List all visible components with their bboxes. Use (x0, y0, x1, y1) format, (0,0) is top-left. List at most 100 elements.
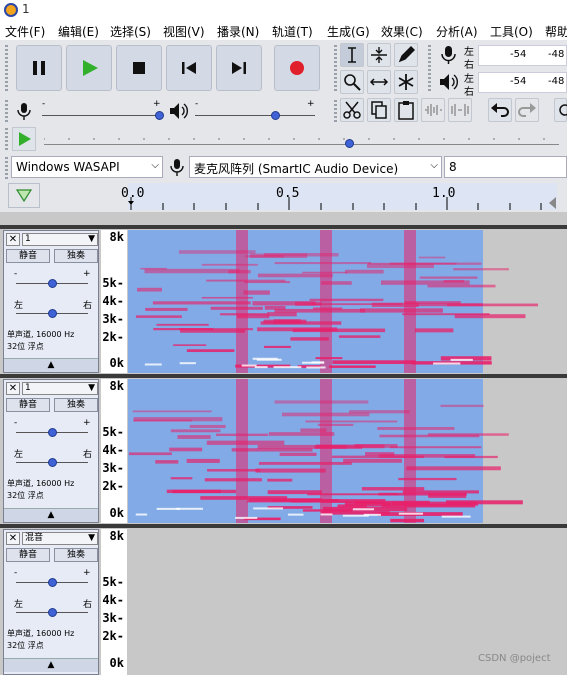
draw-tool[interactable] (394, 43, 418, 67)
skip-to-end-button[interactable] (216, 45, 262, 91)
window-title: 1 (22, 2, 30, 16)
menu-help[interactable]: 帮助 (545, 23, 567, 40)
timeline-options-button[interactable] (8, 183, 40, 208)
spectrogram[interactable] (128, 379, 567, 523)
toolbar-grip[interactable] (5, 157, 8, 179)
menu-view[interactable]: 视图(V) (163, 23, 205, 40)
play-meter-right-label: 右 (464, 87, 474, 98)
menu-effect[interactable]: 效果(C) (381, 23, 423, 40)
title-bar: 1 (0, 0, 567, 20)
track-format: 单声道, 16000 Hz (7, 479, 75, 488)
mute-button[interactable]: 静音 (6, 548, 50, 562)
stop-button[interactable] (116, 45, 162, 91)
channels-select[interactable]: 8 (444, 156, 567, 178)
menu-edit[interactable]: 编辑(E) (58, 23, 99, 40)
toolbar-grip[interactable] (428, 45, 431, 91)
track-control-panel[interactable]: ✕ 混音 ▼ 静音 独奏 - + 左 右 单声道, 16000 Hz 32位 浮点… (3, 529, 99, 675)
solo-button[interactable]: 独奏 (54, 398, 98, 412)
record-meter-button[interactable] (436, 43, 462, 67)
zoom-tool[interactable] (340, 70, 364, 94)
toolbar-grip[interactable] (5, 128, 8, 150)
silence-button[interactable] (448, 98, 472, 122)
speed-slider[interactable] (44, 144, 559, 145)
gain-knob[interactable] (48, 428, 57, 437)
collapse-track-button[interactable]: ▲ (4, 508, 98, 522)
zoom-in-icon (559, 104, 567, 116)
output-volume-icon (170, 103, 188, 119)
speed-knob[interactable] (345, 139, 354, 148)
menu-record[interactable]: 播录(N) (217, 23, 259, 40)
output-volume-knob[interactable] (271, 111, 280, 120)
watermark: CSDN @poject (478, 653, 551, 664)
pause-button[interactable] (16, 45, 62, 91)
copy-icon (371, 101, 387, 119)
audio-host-select[interactable]: Windows WASAPI ⌵ (11, 156, 163, 178)
mute-button[interactable]: 静音 (6, 249, 50, 263)
play-at-speed-button[interactable] (12, 127, 36, 151)
undo-icon (491, 103, 509, 117)
envelope-icon (371, 47, 387, 63)
input-device-value: 麦克风阵列 (SmartIC Audio Device) (194, 162, 399, 176)
stop-icon (133, 62, 145, 74)
toolbar-grip[interactable] (334, 100, 337, 122)
multi-tool[interactable] (394, 70, 418, 94)
input-volume-slider[interactable] (42, 115, 162, 116)
zoom-in-button[interactable] (554, 98, 567, 122)
record-button[interactable] (274, 45, 320, 91)
input-volume-knob[interactable] (155, 111, 164, 120)
track-bitdepth: 32位 浮点 (7, 491, 44, 500)
gain-knob[interactable] (48, 279, 57, 288)
time-shift-tool[interactable] (367, 70, 391, 94)
envelope-tool[interactable] (367, 43, 391, 67)
pan-knob[interactable] (48, 608, 57, 617)
vertical-ruler[interactable]: 8k 5k- 4k- 3k- 2k- 0k (101, 379, 127, 523)
output-volume-slider[interactable] (195, 115, 315, 116)
toolbar-grip[interactable] (5, 100, 8, 122)
close-track-button[interactable]: ✕ (6, 532, 20, 545)
toolbar-grip[interactable] (5, 45, 8, 91)
menu-analyze[interactable]: 分析(A) (436, 23, 478, 40)
collapse-track-button[interactable]: ▲ (4, 658, 98, 672)
track-control-panel[interactable]: ✕ 1 ▼ 静音 独奏 - + 左 右 单声道, 16000 Hz 32位 浮点 … (3, 230, 99, 373)
skip-to-start-button[interactable] (166, 45, 212, 91)
track-name-menu[interactable]: 1 ▼ (22, 233, 98, 246)
menu-tools[interactable]: 工具(O) (490, 23, 533, 40)
cut-button[interactable] (340, 98, 364, 122)
play-button[interactable] (66, 45, 112, 91)
track-name-menu[interactable]: 混音 ▼ (22, 532, 98, 545)
app-icon (4, 3, 18, 17)
scissors-icon (343, 101, 361, 119)
track-name-menu[interactable]: 1 ▼ (22, 382, 98, 395)
toolbar-grip[interactable] (334, 45, 337, 91)
timeline-ruler[interactable] (128, 183, 557, 210)
spectrogram-image (128, 379, 523, 523)
copy-button[interactable] (367, 98, 391, 122)
paste-button[interactable] (394, 98, 418, 122)
close-track-button[interactable]: ✕ (6, 233, 20, 246)
mute-button[interactable]: 静音 (6, 398, 50, 412)
redo-button[interactable] (515, 98, 539, 122)
rec-meter-right-label: 右 (464, 60, 474, 71)
trim-audio-icon (425, 104, 442, 116)
play-meter-button[interactable] (436, 70, 462, 94)
menu-file[interactable]: 文件(F) (5, 23, 45, 40)
solo-button[interactable]: 独奏 (54, 249, 98, 263)
vertical-ruler[interactable]: 8k 5k- 4k- 3k- 2k- 0k (101, 230, 127, 373)
close-track-button[interactable]: ✕ (6, 382, 20, 395)
solo-button[interactable]: 独奏 (54, 548, 98, 562)
pan-knob[interactable] (48, 309, 57, 318)
gain-knob[interactable] (48, 578, 57, 587)
menu-select[interactable]: 选择(S) (110, 23, 151, 40)
track-control-panel[interactable]: ✕ 1 ▼ 静音 独奏 - + 左 右 单声道, 16000 Hz 32位 浮点 … (3, 379, 99, 523)
spectrogram[interactable] (128, 230, 567, 373)
menu-tracks[interactable]: 轨道(T) (272, 23, 313, 40)
pan-knob[interactable] (48, 458, 57, 467)
undo-button[interactable] (488, 98, 512, 122)
trim-button[interactable] (421, 98, 445, 122)
selection-tool[interactable] (340, 43, 364, 67)
collapse-track-button[interactable]: ▲ (4, 358, 98, 372)
vertical-ruler[interactable]: 8k 5k- 4k- 3k- 2k- 0k (101, 529, 127, 675)
menu-generate[interactable]: 生成(G) (327, 23, 370, 40)
chevron-up-icon: ▲ (47, 510, 55, 520)
input-device-select[interactable]: 麦克风阵列 (SmartIC Audio Device) ⌵ (189, 156, 442, 178)
